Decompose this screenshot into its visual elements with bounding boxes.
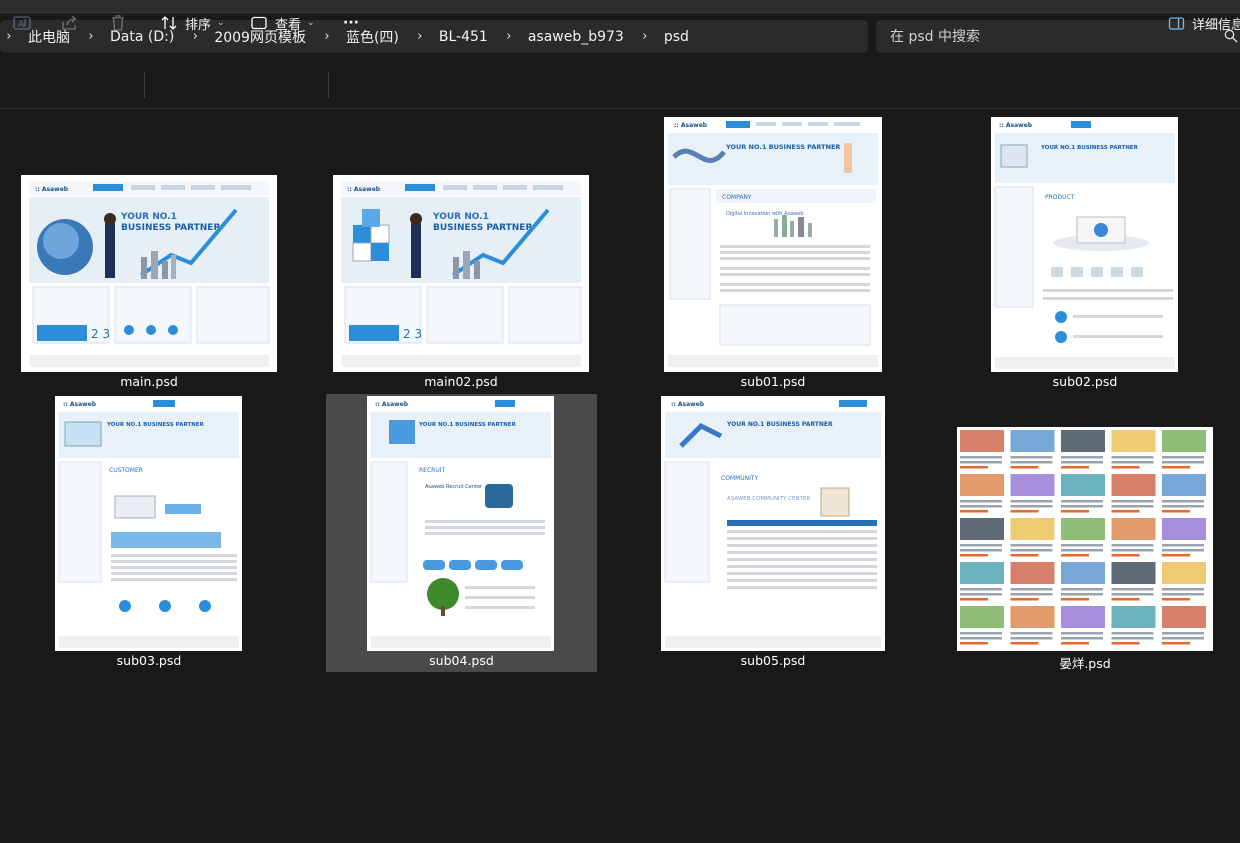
svg-text:BUSINESS PARTNER: BUSINESS PARTNER [121,223,220,233]
more-icon: ··· [343,15,359,31]
file-name: sub05.psd [740,653,806,668]
svg-text::: Asaweb: :: Asaweb [671,401,705,408]
rename-button[interactable]: A [12,0,32,46]
details-label: 详细信息 [1192,17,1240,33]
svg-text:Asaweb Recruit Center: Asaweb Recruit Center [425,484,483,490]
file-tile[interactable]: :: Asaweb YOUR NO.1 BUSINESS PARTNER 2 3… [10,112,288,390]
file-tile[interactable]: :: Asaweb YOUR NO.1 BUSINESS PARTNER COM… [634,394,912,672]
sort-label: 排序 [185,17,212,33]
file-name: 晏烊.psd [1059,656,1111,671]
svg-text::: Asaweb: :: Asaweb [674,122,708,129]
svg-text:CUSTOMER: CUSTOMER [109,467,143,474]
breadcrumb-item-current[interactable]: psd [652,29,703,45]
sort-icon [161,16,177,30]
svg-text::: Asaweb: :: Asaweb [347,186,381,193]
svg-text:ASAWEB COMMUNITY CENTER: ASAWEB COMMUNITY CENTER [727,496,810,502]
svg-text:YOUR NO.1 BUSINESS PARTNER: YOUR NO.1 BUSINESS PARTNER [418,422,517,428]
file-thumbnail [957,427,1213,651]
view-label: 查看 [275,17,302,33]
svg-text:RECRUIT: RECRUIT [419,467,445,474]
svg-text:2 3: 2 3 [91,327,110,341]
svg-text::: Asaweb: :: Asaweb [35,186,69,193]
file-thumbnail: :: Asaweb YOUR NO.1 BUSINESS PARTNER CUS… [55,396,242,651]
svg-text:YOUR NO.1 BUSINESS PARTNER: YOUR NO.1 BUSINESS PARTNER [1040,145,1139,151]
rename-icon: A [13,16,31,30]
svg-text:YOUR NO.1 BUSINESS PARTNER: YOUR NO.1 BUSINESS PARTNER [106,422,205,428]
address-bar[interactable]: › 此电脑 › Data (D:) › 2009网页模板 › 蓝色(四) › B… [0,20,868,53]
share-icon [62,15,77,30]
file-name: main02.psd [424,374,498,389]
svg-text:PRODUCT: PRODUCT [1045,194,1075,201]
svg-text::: Asaweb: :: Asaweb [999,122,1033,129]
view-button[interactable]: 查看 ⌄ [250,0,315,46]
svg-text:YOUR NO.1: YOUR NO.1 [432,212,489,222]
file-thumbnail: :: Asaweb YOUR NO.1 BUSINESS PARTNER COM… [661,396,885,651]
chevron-right-icon[interactable]: › [84,29,98,44]
file-name: sub01.psd [740,374,806,389]
file-tile[interactable]: :: Asaweb YOUR NO.1 BUSINESS PARTNER CUS… [10,394,288,672]
toolbar-divider [144,72,145,98]
file-tile[interactable]: :: Asaweb YOUR NO.1 BUSINESS PARTNER 2 3… [322,112,600,390]
chevron-right-icon[interactable]: › [502,29,516,44]
breadcrumb-item[interactable]: asaweb_b973 [516,29,638,45]
svg-text::: Asaweb: :: Asaweb [375,401,409,408]
command-bar [0,62,1240,109]
breadcrumb-item[interactable]: BL-451 [427,29,502,45]
details-pane-icon [1168,16,1185,30]
more-options-button[interactable]: ··· [343,0,359,46]
delete-button[interactable] [108,0,128,46]
svg-text:BUSINESS PARTNER: BUSINESS PARTNER [433,223,532,233]
file-thumbnail: :: Asaweb YOUR NO.1 BUSINESS PARTNER REC… [367,396,554,651]
file-tile[interactable]: :: Asaweb YOUR NO.1 BUSINESS PARTNER PRO… [946,112,1224,390]
file-thumbnail: :: Asaweb YOUR NO.1 BUSINESS PARTNER COM… [664,117,882,372]
share-button[interactable] [60,0,80,46]
svg-text:YOUR NO.1 BUSINESS PARTNER: YOUR NO.1 BUSINESS PARTNER [725,143,840,151]
svg-text:COMMUNITY: COMMUNITY [721,475,759,482]
svg-text:YOUR NO.1 BUSINESS PARTNER: YOUR NO.1 BUSINESS PARTNER [726,421,833,428]
file-tile[interactable]: :: Asaweb YOUR NO.1 BUSINESS PARTNER COM… [634,112,912,390]
file-name: sub04.psd [429,653,494,668]
svg-text:2 3: 2 3 [403,327,422,341]
chevron-right-icon[interactable]: › [638,29,652,44]
svg-text:COMPANY: COMPANY [722,194,752,201]
file-thumbnail: :: Asaweb YOUR NO.1 BUSINESS PARTNER 2 3 [333,175,589,372]
chevron-right-icon[interactable]: › [320,29,334,44]
details-pane-button[interactable]: 详细信息 [1168,0,1240,46]
file-thumbnail: :: Asaweb YOUR NO.1 BUSINESS PARTNER PRO… [991,117,1178,372]
svg-text:YOUR NO.1: YOUR NO.1 [120,212,177,222]
svg-text::: Asaweb: :: Asaweb [63,401,97,408]
view-icon [251,16,267,30]
toolbar-divider [328,72,329,98]
svg-text:Digital Innovation with Asaweb: Digital Innovation with Asaweb [726,211,804,217]
file-tile[interactable]: 晏烊.psd [946,394,1224,672]
file-name: sub03.psd [116,653,182,668]
chevron-right-icon[interactable]: › [413,29,427,44]
svg-text:A: A [18,20,25,30]
file-tile-selected[interactable]: :: Asaweb YOUR NO.1 BUSINESS PARTNER REC… [326,394,597,672]
sort-button[interactable]: 排序 ⌄ [160,0,225,46]
trash-icon [112,15,124,31]
file-name: sub02.psd [1052,374,1118,389]
chevron-down-icon: ⌄ [217,18,225,28]
chevron-down-icon: ⌄ [307,18,315,28]
file-thumbnail: :: Asaweb YOUR NO.1 BUSINESS PARTNER 2 3 [21,175,277,372]
file-name: main.psd [120,374,178,389]
